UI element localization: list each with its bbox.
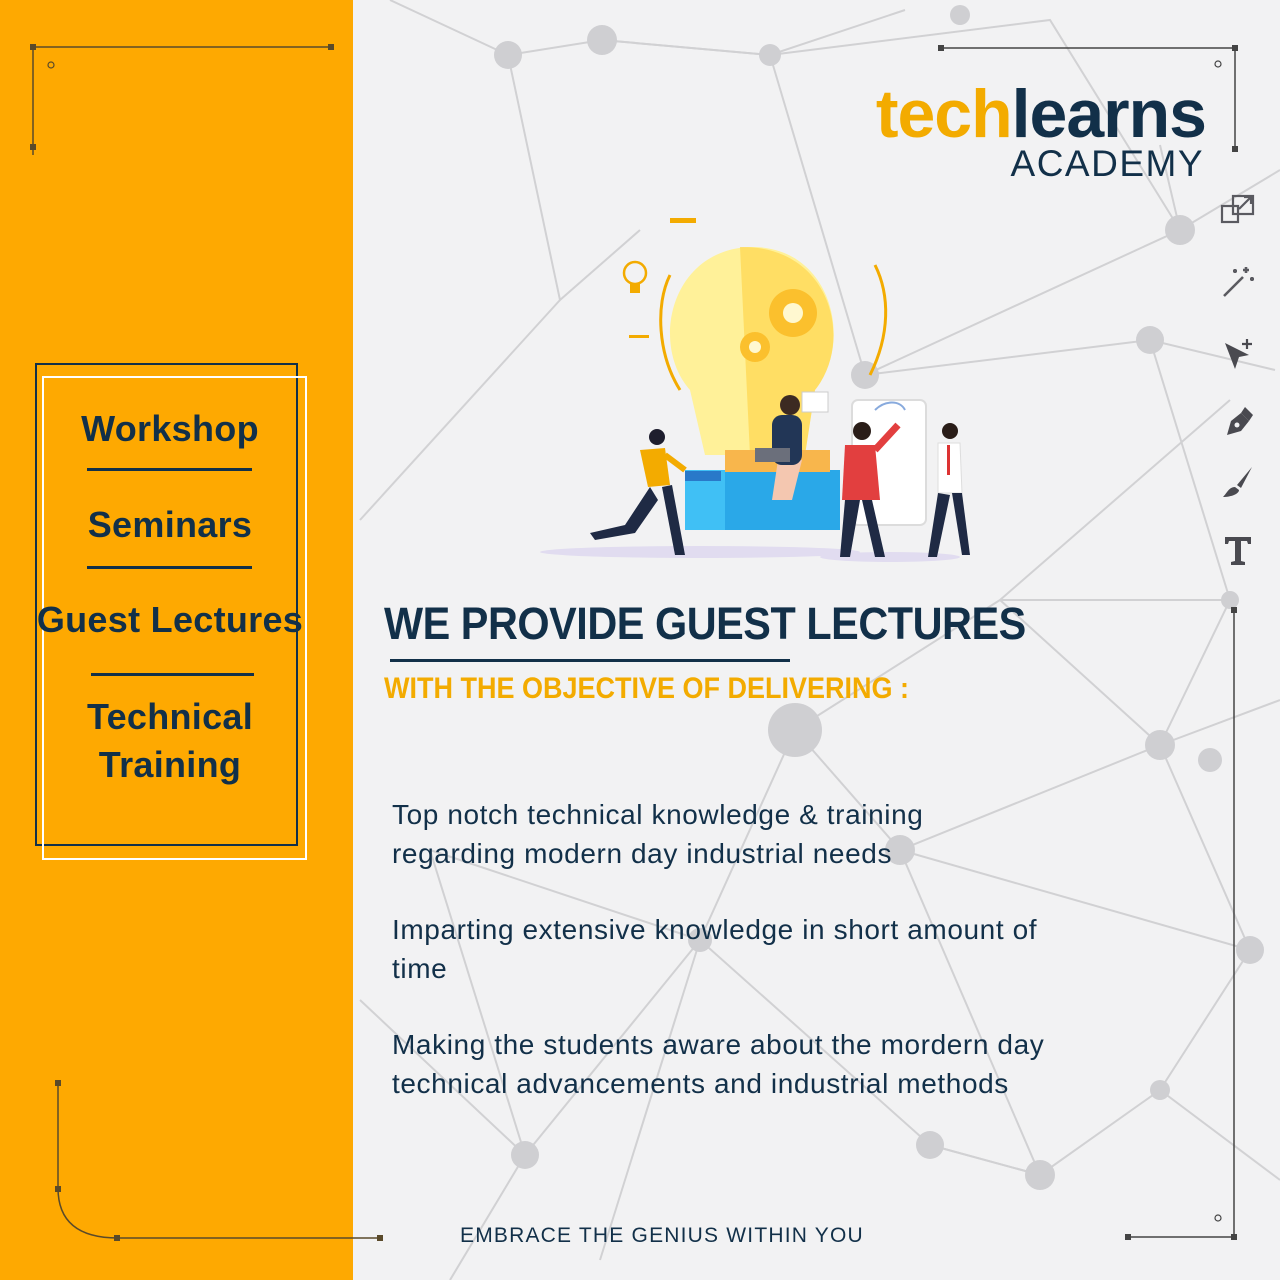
bottom-right-frame-decoration [1125,607,1237,1240]
menu-item-guest-lectures: Guest Lectures [36,599,304,640]
logo-learns-text: learns [1011,76,1207,152]
team-idea-illustration [540,218,970,562]
objective-item: Making the students aware about the mord… [392,1029,1045,1099]
bottom-left-frame-decoration [55,1080,383,1241]
subheadline: WITH THE OBJECTIVE OF DELIVERING : [384,672,910,705]
headline: WE PROVIDE GUEST LECTURES [384,598,1026,649]
logo-tech-text: tech [875,76,1013,152]
transform-icon [1218,190,1258,230]
menu-divider [87,566,252,569]
text-tool-icon [1218,530,1258,570]
magic-wand-icon [1218,262,1258,302]
menu-divider [91,673,254,676]
select-add-icon [1218,334,1258,374]
top-left-frame-decoration [30,44,334,155]
menu-item-seminars: Seminars [87,504,253,545]
brand-logo: techlearns ACADEMY [876,80,1207,184]
menu-item-technical-training: Technical Training [86,696,254,785]
footer-tagline: EMBRACE THE GENIUS WITHIN YOU [460,1224,864,1247]
headline-underline [390,659,790,662]
objective-item: Top notch technical knowledge & training… [392,799,924,869]
menu-item-workshop: Workshop [81,408,259,449]
objective-item: Imparting extensive knowledge in short a… [392,914,1038,984]
brush-icon [1218,462,1258,502]
pen-tool-icon [1218,402,1258,442]
menu-divider [87,468,252,471]
